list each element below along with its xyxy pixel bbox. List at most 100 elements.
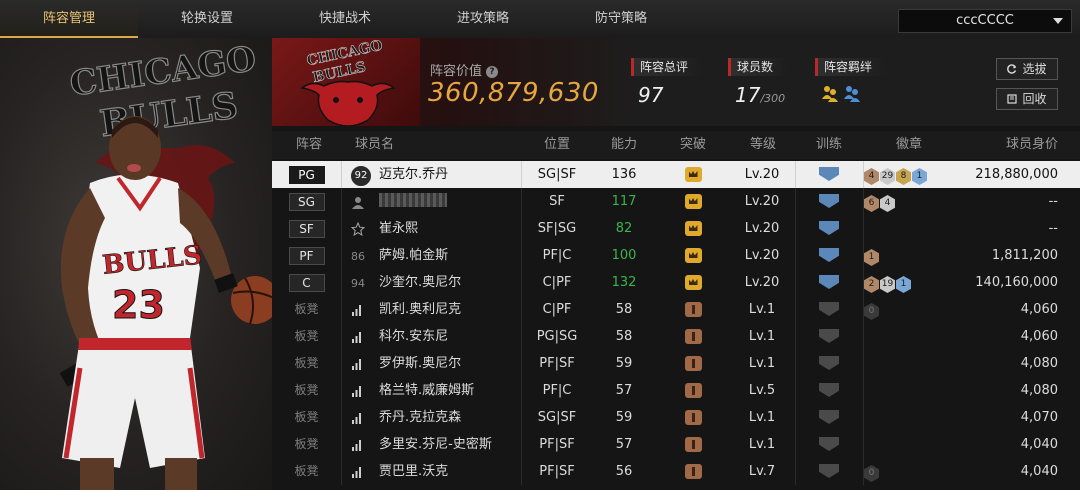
player-name[interactable]: 格兰特.威廉姆斯 (379, 377, 539, 404)
col-player-value[interactable]: 球员身价 (1006, 131, 1058, 159)
roster-row[interactable]: PF 86 萨姆.帕金斯 PF|C 100 Lv.20 1 1,811,200 (272, 242, 1080, 269)
badge-icon[interactable]: 0 (864, 465, 879, 482)
player-name[interactable]: 罗伊斯.奥尼尔 (379, 350, 539, 377)
player-level: Lv.7 (748, 464, 776, 479)
player-position: PF|SF (539, 464, 575, 479)
roster-row[interactable]: C 94 沙奎尔.奥尼尔 C|PF 132 Lv.20 2 19 1 140,160,000 (272, 269, 1080, 296)
badge-icon[interactable]: 1 (896, 276, 911, 293)
player-position: SF|SG (537, 221, 577, 236)
player-name[interactable] (379, 188, 539, 215)
badge-icon[interactable]: 29 (880, 168, 895, 185)
training-shield-icon[interactable] (819, 194, 839, 208)
col-position[interactable]: 位置 (544, 131, 570, 159)
training-shield-icon[interactable] (819, 248, 839, 262)
player-ability: 132 (611, 275, 637, 290)
tab-quick-tactics[interactable]: 快捷战术 (276, 0, 414, 36)
roster-row[interactable]: SG SF 117 Lv.20 6 4 -- (272, 188, 1080, 215)
roster-row[interactable]: 板凳 乔丹.克拉克森 SG|SF 59 Lv.1 4,070 (272, 404, 1080, 431)
badge-list: 4 29 8 1 (864, 161, 964, 188)
overall-rating-value: 97 (638, 83, 664, 107)
badge-icon[interactable]: 4 (880, 195, 895, 212)
player-name[interactable]: 萨姆.帕金斯 (379, 242, 539, 269)
badge-icon[interactable]: 1 (864, 249, 879, 266)
player-name[interactable]: 科尔.安东尼 (379, 323, 539, 350)
player-position: PF|C (542, 383, 572, 398)
player-name[interactable]: 崔永熙 (379, 215, 539, 242)
training-shield-icon[interactable] (819, 221, 839, 235)
training-shield-icon[interactable] (819, 275, 839, 289)
roster-row[interactable]: 板凳 多里安.芬尼-史密斯 PF|SF 57 Lv.1 4,040 (272, 431, 1080, 458)
roster-row[interactable]: 板凳 贾巴里.沃克 PF|SF 56 Lv.7 0 4,040 (272, 458, 1080, 485)
player-value: 4,040 (1020, 437, 1058, 452)
player-level: Lv.20 (744, 248, 780, 263)
roster-row[interactable]: 板凳 凯利.奥利尼克 C|PF 58 Lv.1 0 4,060 (272, 296, 1080, 323)
breakthrough-level-icon (684, 383, 702, 398)
training-shield-icon[interactable] (819, 410, 839, 424)
recycle-button[interactable]: 回收 (996, 88, 1058, 110)
lineup-header: CHICAGO BULLS 阵容价值? 360,879,630 阵容总评 97 … (272, 38, 1080, 126)
player-position: PF|SF (539, 437, 575, 452)
player-name[interactable]: 贾巴里.沃克 (379, 458, 539, 485)
tab-defense-strategy[interactable]: 防守策略 (552, 0, 690, 36)
help-icon[interactable]: ? (486, 66, 499, 78)
player-level: Lv.1 (748, 437, 776, 452)
roster-row[interactable]: 板凳 罗伊斯.奥尼尔 PF|SF 59 Lv.1 4,080 (272, 350, 1080, 377)
jersey-number: 94 (351, 277, 365, 290)
col-training[interactable]: 训练 (816, 131, 842, 159)
player-name[interactable]: 乔丹.克拉克森 (379, 404, 539, 431)
jersey-number-badge: 92 (351, 166, 371, 186)
player-count-label: 球员数 (728, 58, 788, 76)
team-select-dropdown[interactable]: cccCCCC (898, 9, 1072, 33)
roster-row[interactable]: SF 崔永熙 SF|SG 82 Lv.20 -- (272, 215, 1080, 242)
bench-label: 板凳 (294, 437, 319, 451)
badge-icon[interactable]: 8 (896, 168, 911, 185)
tab-lineup-management[interactable]: 阵容管理 (0, 0, 138, 38)
training-shield-icon[interactable] (819, 383, 839, 397)
signal-bars-icon (352, 305, 361, 316)
badge-icon[interactable]: 2 (864, 276, 879, 293)
player-position: C|PF (542, 275, 572, 290)
badge-icon[interactable]: 0 (864, 303, 879, 320)
badge-icon[interactable]: 4 (864, 168, 879, 185)
player-position: PG|SG (536, 329, 578, 344)
player-name[interactable]: 沙奎尔.奥尼尔 (379, 269, 539, 296)
breakthrough-crown-icon (684, 248, 702, 263)
breakthrough-crown-icon (684, 221, 702, 236)
roster-row[interactable]: PG 92 迈克尔.乔丹 SG|SF 136 Lv.20 4 29 8 1 218,880,000 (272, 161, 1080, 188)
badge-icon[interactable]: 6 (864, 195, 879, 212)
player-level: Lv.1 (748, 410, 776, 425)
training-shield-icon[interactable] (819, 302, 839, 316)
recycle-icon (1007, 94, 1018, 104)
tab-rotation-settings[interactable]: 轮换设置 (138, 0, 276, 36)
roster-row[interactable]: 板凳 格兰特.威廉姆斯 PF|C 57 Lv.5 4,080 (272, 377, 1080, 404)
player-position: SG|SF (537, 167, 577, 182)
badge-list: 64 (864, 188, 964, 215)
col-level[interactable]: 等级 (750, 131, 776, 159)
player-ability: 59 (615, 356, 633, 371)
scout-button[interactable]: 选拔 (996, 58, 1058, 80)
badge-icon[interactable]: 19 (880, 276, 895, 293)
col-badges[interactable]: 徽章 (896, 131, 922, 159)
bench-label: 板凳 (294, 356, 319, 370)
player-ability: 59 (615, 410, 633, 425)
player-ability: 57 (615, 383, 633, 398)
breakthrough-level-icon (684, 356, 702, 371)
col-breakthrough[interactable]: 突破 (680, 131, 706, 159)
training-shield-icon[interactable] (819, 167, 839, 181)
player-name[interactable]: 迈克尔.乔丹 (379, 161, 539, 188)
person-icon (352, 197, 364, 209)
breakthrough-level-icon (684, 302, 702, 317)
col-ability[interactable]: 能力 (611, 131, 637, 159)
roster-row[interactable]: 板凳 科尔.安东尼 PG|SG 58 Lv.1 4,060 (272, 323, 1080, 350)
tab-offense-strategy[interactable]: 进攻策略 (414, 0, 552, 36)
training-shield-icon[interactable] (819, 329, 839, 343)
player-name[interactable]: 凯利.奥利尼克 (379, 296, 539, 323)
training-shield-icon[interactable] (819, 437, 839, 451)
badge-icon[interactable]: 1 (912, 168, 927, 185)
training-shield-icon[interactable] (819, 356, 839, 370)
lineup-value-label: 阵容价值? (430, 60, 499, 79)
player-name[interactable]: 多里安.芬尼-史密斯 (379, 431, 539, 458)
player-level: Lv.5 (748, 383, 776, 398)
bond-icons[interactable] (821, 84, 861, 107)
training-shield-icon[interactable] (819, 464, 839, 478)
